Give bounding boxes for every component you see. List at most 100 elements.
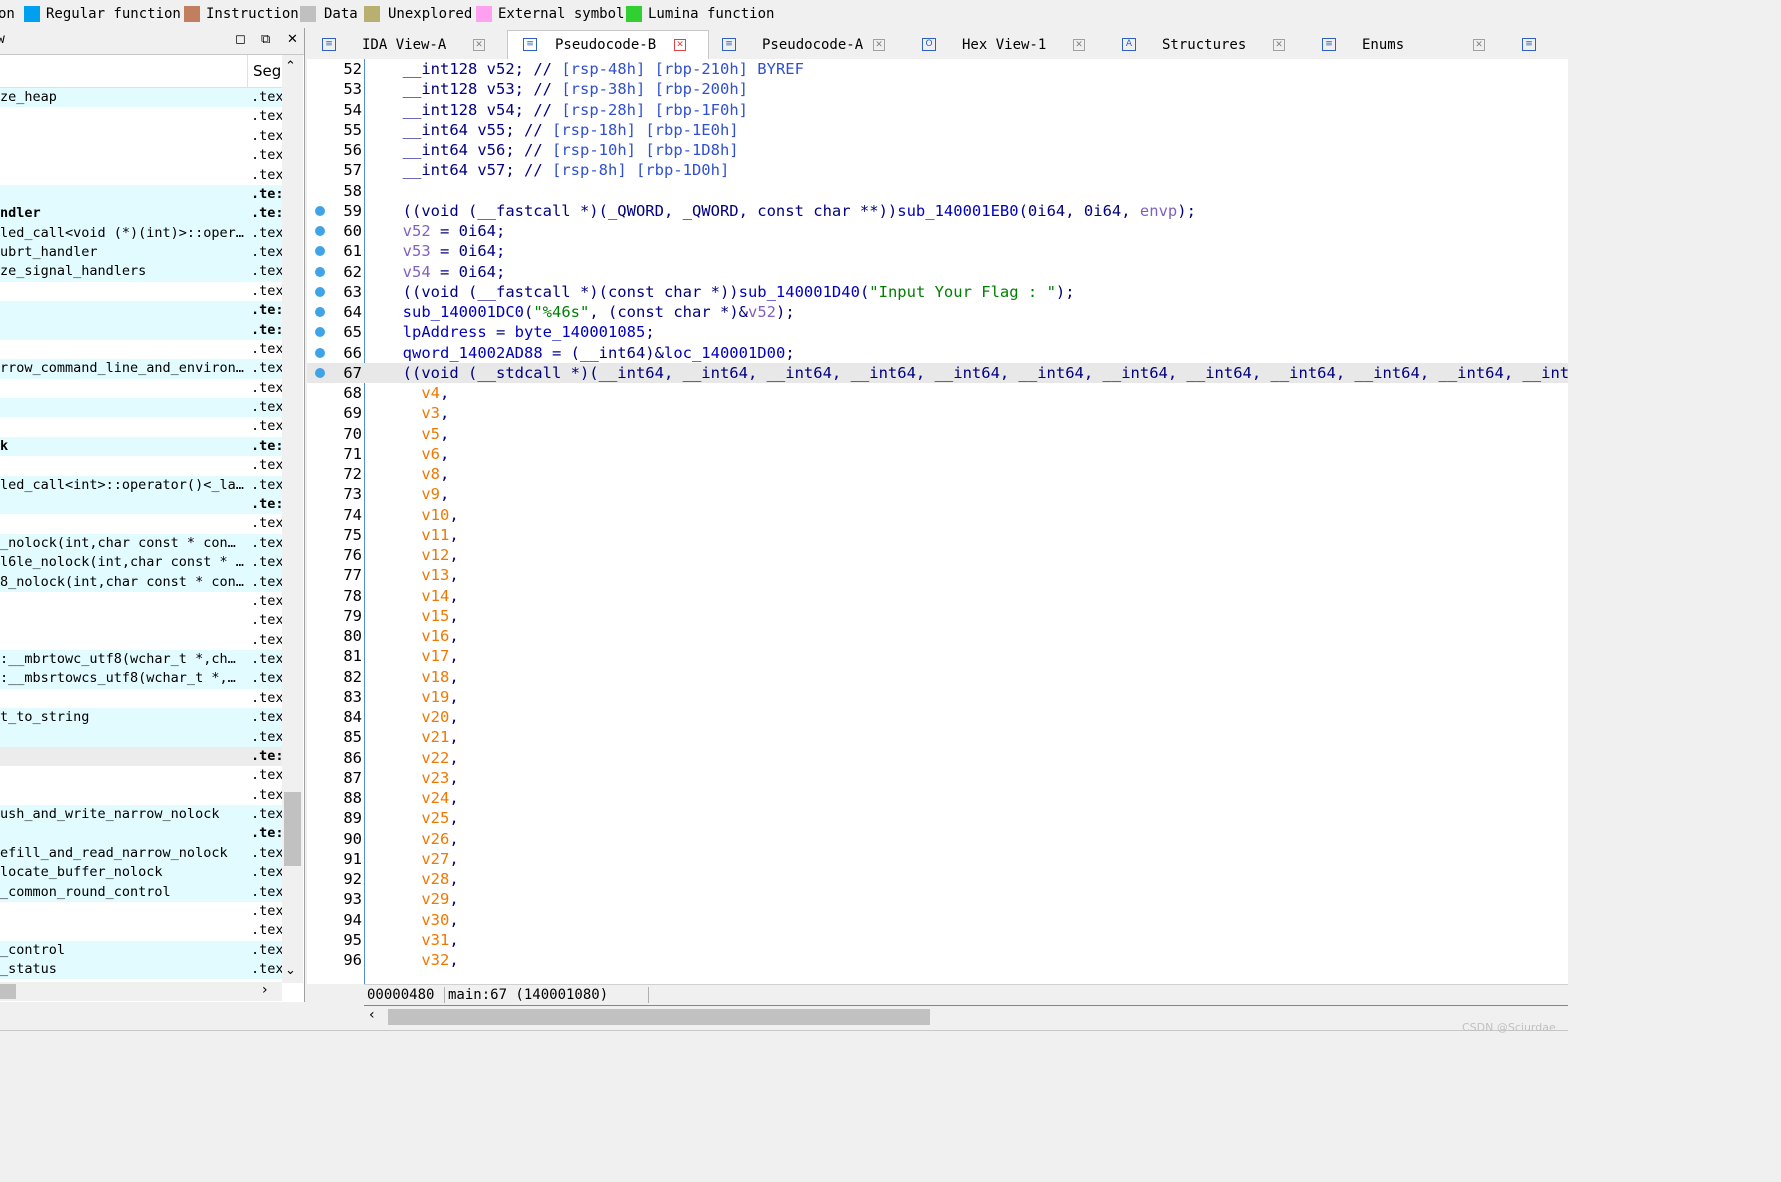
tab-structures[interactable]: A Structures ✕ (1107, 31, 1307, 59)
line-marker-dot-icon[interactable] (315, 307, 325, 317)
code-line[interactable]: 88 v24, (307, 788, 1568, 808)
function-row[interactable]: _status .tex (0, 960, 282, 980)
functions-hscroll-thumb[interactable] (0, 984, 16, 999)
code-line[interactable]: 63 ((void (__fastcall *)(const char *))s… (307, 282, 1568, 302)
function-row[interactable]: .tex (0, 340, 282, 359)
code-line[interactable]: 60 v52 = 0i64; (307, 221, 1568, 241)
function-row[interactable]: .tex (0, 282, 282, 301)
code-line[interactable]: 94 v30, (307, 910, 1568, 930)
close-tab-icon[interactable]: ✕ (1273, 39, 1285, 51)
close-tab-icon[interactable]: ✕ (473, 39, 485, 51)
function-row[interactable]: .tex (0, 417, 282, 436)
line-marker-dot-icon[interactable] (315, 327, 325, 338)
function-row[interactable]: .te: (0, 320, 282, 340)
function-row[interactable]: .tex (0, 766, 282, 785)
code-line[interactable]: 89 v25, (307, 808, 1568, 828)
function-row[interactable]: ubrt_handler .tex (0, 243, 282, 263)
function-row[interactable]: .tex (0, 166, 282, 185)
code-line[interactable]: 87 v23, (307, 768, 1568, 788)
function-row[interactable]: ze_signal_handlers .tex (0, 262, 282, 282)
function-row[interactable]: ndler .te: (0, 204, 282, 224)
code-line[interactable]: 58 (307, 181, 1568, 201)
code-line[interactable]: 95 v31, (307, 930, 1568, 950)
function-row[interactable]: .tex (0, 379, 282, 398)
code-line[interactable]: 83 v19, (307, 687, 1568, 707)
code-line[interactable]: 96 v32, (307, 950, 1568, 970)
maximize-icon[interactable]: ◻ (235, 32, 246, 47)
function-row[interactable]: _control .tex (0, 940, 282, 961)
code-line[interactable]: 62 v54 = 0i64; (307, 262, 1568, 282)
code-line[interactable]: 64 sub_140001DC0("%46s", (const char *)&… (307, 302, 1568, 322)
tab-ida-view-a[interactable]: ≡ IDA View-A ✕ (307, 31, 507, 59)
function-row[interactable]: .te: (0, 824, 282, 844)
column-divider[interactable] (247, 55, 248, 87)
code-line[interactable]: 76 v12, (307, 545, 1568, 565)
code-line[interactable]: 75 v11, (307, 525, 1568, 545)
function-row[interactable]: .tex (0, 127, 282, 146)
function-row[interactable]: .te: (0, 301, 282, 321)
function-row[interactable]: .tex (0, 456, 282, 475)
line-marker-dot-icon[interactable] (315, 367, 325, 378)
function-row[interactable]: k .te: (0, 436, 282, 457)
functions-vertical-scrollbar[interactable]: ⌃ ⌄ (282, 55, 303, 983)
function-row[interactable]: l6le_nolock(int,char const * … .tex (0, 553, 282, 573)
function-row[interactable]: .te: (0, 184, 282, 205)
function-row[interactable]: _common_round_control .tex (0, 882, 282, 902)
functions-scroll-thumb[interactable] (284, 792, 301, 866)
close-icon[interactable]: ✕ (287, 32, 298, 47)
function-row[interactable]: .tex (0, 727, 282, 747)
scroll-right-arrow-icon[interactable]: › (262, 982, 268, 998)
code-line[interactable]: 74 v10, (307, 505, 1568, 525)
code-line[interactable]: 52 __int128 v52; // [rsp-48h] [rbp-210h]… (307, 59, 1568, 79)
function-row[interactable]: locate_buffer_nolock .tex (0, 863, 282, 883)
scroll-up-arrow-icon[interactable]: ⌃ (285, 59, 296, 74)
function-row[interactable]: rrow_command_line_and_environ… .tex (0, 359, 282, 379)
function-row[interactable]: .tex (0, 689, 282, 708)
function-row[interactable]: .tex (0, 398, 282, 418)
function-row[interactable]: _nolock(int,char const * con… .tex (0, 533, 282, 554)
tab-pseudocode-b[interactable]: ≡ Pseudocode-B ✕ (507, 30, 709, 60)
function-row[interactable]: ush_and_write_narrow_nolock .tex (0, 805, 282, 825)
scroll-left-arrow-icon[interactable]: ‹ (369, 1007, 375, 1023)
code-line[interactable]: 86 v22, (307, 748, 1568, 768)
code-line[interactable]: 85 v21, (307, 727, 1568, 747)
code-line[interactable]: 92 v28, (307, 869, 1568, 889)
function-row[interactable]: ze_heap .tex (0, 88, 282, 108)
code-line[interactable]: 67 ((void (__stdcall *)(__int64, __int64… (307, 362, 1568, 383)
code-line[interactable]: 59 ((void (__fastcall *)(_QWORD, _QWORD,… (307, 201, 1568, 221)
code-line[interactable]: 70 v5, (307, 424, 1568, 444)
code-line[interactable]: 55 __int64 v55; // [rsp-18h] [rbp-1E0h] (307, 120, 1568, 140)
close-tab-icon[interactable]: ✕ (1073, 39, 1085, 51)
code-line[interactable]: 82 v18, (307, 667, 1568, 687)
pseudocode-hscroll-thumb[interactable] (388, 1009, 930, 1025)
code-line[interactable]: 73 v9, (307, 484, 1568, 504)
code-line[interactable]: 69 v3, (307, 403, 1568, 423)
code-line[interactable]: 72 v8, (307, 464, 1568, 484)
tab-pseudocode-a[interactable]: ≡ Pseudocode-A ✕ (707, 31, 907, 59)
code-line[interactable]: 90 v26, (307, 829, 1568, 849)
code-line[interactable]: 91 v27, (307, 849, 1568, 869)
code-line[interactable]: 57 __int64 v57; // [rsp-8h] [rbp-1D0h] (307, 160, 1568, 180)
function-row[interactable]: :__mbrtowc_utf8(wchar_t *,ch… .tex (0, 650, 282, 670)
code-line[interactable]: 71 v6, (307, 444, 1568, 464)
code-line[interactable]: 54 __int128 v54; // [rsp-28h] [rbp-1F0h] (307, 100, 1568, 120)
function-row[interactable]: :__mbsrtowcs_utf8(wchar_t *,… .tex (0, 669, 282, 689)
tab-enums[interactable]: ≡ Enums ✕ (1307, 31, 1507, 59)
function-row[interactable]: .tex (0, 902, 282, 921)
function-row[interactable]: .tex (0, 786, 282, 805)
function-row[interactable]: 8_nolock(int,char const * con… .tex (0, 572, 282, 592)
code-line[interactable]: 66 qword_14002AD88 = (__int64)&loc_14000… (307, 343, 1568, 363)
code-line[interactable]: 61 v53 = 0i64; (307, 241, 1568, 261)
close-tab-icon[interactable]: ✕ (674, 39, 686, 51)
function-row[interactable]: .tex (0, 631, 282, 650)
segment-column-header[interactable]: Seg (253, 62, 281, 80)
function-row[interactable]: .tex (0, 592, 282, 611)
scroll-down-arrow-icon[interactable]: ⌄ (285, 963, 296, 978)
line-marker-dot-icon[interactable] (315, 347, 325, 358)
close-tab-icon[interactable]: ✕ (873, 39, 885, 51)
code-line[interactable]: 65 lpAddress = byte_140001085; (307, 322, 1568, 342)
function-row[interactable]: .tex (0, 921, 282, 940)
code-line[interactable]: 84 v20, (307, 707, 1568, 727)
function-row[interactable]: t_to_string .tex (0, 708, 282, 728)
pseudocode-horizontal-scrollbar[interactable]: ‹ (364, 1005, 1568, 1028)
